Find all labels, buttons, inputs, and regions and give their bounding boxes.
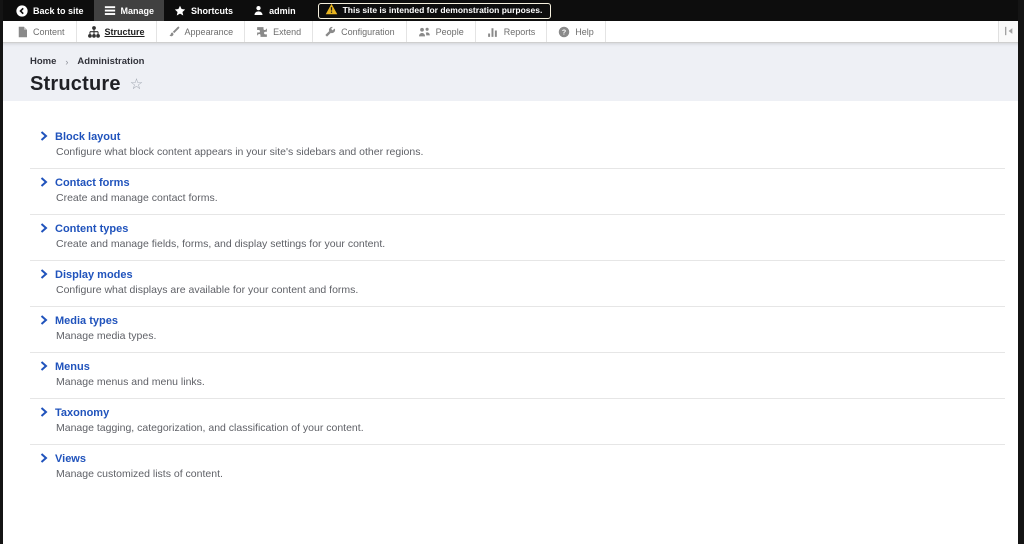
warning-triangle-icon xyxy=(325,3,338,17)
people-icon xyxy=(418,26,431,38)
chevron-right-icon xyxy=(40,131,48,143)
drupal-admin-screen: Back to site Manage Shortcuts admin This… xyxy=(0,0,1024,544)
top-toolbar: Back to site Manage Shortcuts admin This… xyxy=(0,0,1024,21)
window-left-edge xyxy=(0,0,3,544)
section-row-display-modes: Display modes Configure what displays ar… xyxy=(30,261,1005,307)
contact-forms-description: Create and manage contact forms. xyxy=(56,192,218,204)
hamburger-icon xyxy=(104,5,116,16)
section-row-taxonomy: Taxonomy Manage tagging, categorization,… xyxy=(30,399,1005,445)
demo-warning-badge: This site is intended for demonstration … xyxy=(317,2,552,19)
media-types-description: Manage media types. xyxy=(56,330,157,342)
reports-label: Reports xyxy=(503,26,536,37)
help-icon: ? xyxy=(558,26,570,38)
block-layout-description: Configure what block content appears in … xyxy=(56,146,424,158)
document-icon xyxy=(17,26,28,38)
admin-menu-item-reports[interactable]: Reports xyxy=(476,21,548,42)
shortcuts-tab[interactable]: Shortcuts xyxy=(164,0,243,21)
section-row-menus: Menus Manage menus and menu links. xyxy=(30,353,1005,399)
chevron-right-icon xyxy=(40,315,48,327)
back-arrow-icon xyxy=(16,4,28,17)
shortcuts-label: Shortcuts xyxy=(191,5,234,16)
content-types-description: Create and manage fields, forms, and dis… xyxy=(56,238,386,250)
user-icon xyxy=(253,5,264,16)
svg-text:?: ? xyxy=(562,28,566,36)
admin-menu-item-extend[interactable]: Extend xyxy=(245,21,314,42)
paintbrush-icon xyxy=(168,26,180,38)
section-row-views: Views Manage customized lists of content… xyxy=(30,445,1005,490)
section-row-content-types: Content types Create and manage fields, … xyxy=(30,215,1005,261)
manage-tab[interactable]: Manage xyxy=(93,0,165,21)
views-link[interactable]: Views xyxy=(55,453,86,465)
display-modes-link[interactable]: Display modes xyxy=(55,269,133,281)
section-row-media-types: Media types Manage media types. xyxy=(30,307,1005,353)
breadcrumb-home-link[interactable]: Home xyxy=(30,56,56,67)
admin-user-menu[interactable]: admin xyxy=(243,0,306,21)
wrench-icon xyxy=(324,26,336,38)
chevron-right-icon xyxy=(40,223,48,235)
section-row-block-layout: Block layout Configure what block conten… xyxy=(30,123,1005,169)
window-right-edge xyxy=(1018,0,1024,544)
page-title: Structure xyxy=(30,73,121,95)
admin-menu-item-appearance[interactable]: Appearance xyxy=(157,21,246,42)
puzzle-icon xyxy=(256,26,268,38)
collapse-left-icon xyxy=(1004,23,1014,41)
admin-menu-spacer xyxy=(606,21,998,42)
admin-menu-item-content[interactable]: Content xyxy=(6,21,77,42)
chevron-right-icon xyxy=(40,407,48,419)
contact-forms-link[interactable]: Contact forms xyxy=(55,177,130,189)
content-types-link[interactable]: Content types xyxy=(55,223,128,235)
chevron-right-icon xyxy=(40,269,48,281)
bar-chart-icon xyxy=(487,26,499,38)
toolbar-orientation-toggle[interactable] xyxy=(998,21,1018,42)
structure-label: Structure xyxy=(104,26,145,37)
title-row: Structure ☆ xyxy=(30,73,1024,96)
favorite-star-icon[interactable]: ☆ xyxy=(130,77,143,92)
display-modes-description: Configure what displays are available fo… xyxy=(56,284,359,296)
chevron-right-icon xyxy=(40,177,48,189)
admin-user-label: admin xyxy=(269,5,296,16)
chevron-right-icon xyxy=(40,361,48,373)
admin-menu-item-configuration[interactable]: Configuration xyxy=(313,21,407,42)
structure-section-list: Block layout Configure what block conten… xyxy=(0,101,1024,490)
sitemap-icon xyxy=(87,25,100,38)
section-row-contact-forms: Contact forms Create and manage contact … xyxy=(30,169,1005,215)
back-to-site-label: Back to site xyxy=(33,5,84,16)
admin-menu-item-people[interactable]: People xyxy=(407,21,476,42)
admin-menu-item-help[interactable]: ? Help xyxy=(547,21,606,42)
configuration-label: Configuration xyxy=(341,26,395,37)
extend-label: Extend xyxy=(273,26,302,37)
content-label: Content xyxy=(33,26,65,37)
breadcrumb: Home › Administration xyxy=(30,56,1024,67)
help-label: Help xyxy=(575,26,594,37)
block-layout-link[interactable]: Block layout xyxy=(55,131,120,143)
taxonomy-description: Manage tagging, categorization, and clas… xyxy=(56,422,364,434)
menus-description: Manage menus and menu links. xyxy=(56,376,205,388)
people-label: People xyxy=(435,26,464,37)
views-description: Manage customized lists of content. xyxy=(56,468,223,480)
admin-menu-bar: Content Structure Appearance Extend Conf… xyxy=(0,21,1024,43)
breadcrumb-administration-link[interactable]: Administration xyxy=(77,56,144,67)
demo-warning-text: This site is intended for demonstration … xyxy=(342,5,543,15)
taxonomy-link[interactable]: Taxonomy xyxy=(55,407,109,419)
appearance-label: Appearance xyxy=(184,26,234,37)
chevron-right-icon xyxy=(40,453,48,465)
star-icon xyxy=(174,5,186,17)
media-types-link[interactable]: Media types xyxy=(55,315,118,327)
back-to-site-button[interactable]: Back to site xyxy=(6,0,94,21)
breadcrumb-separator: › xyxy=(65,56,69,67)
menus-link[interactable]: Menus xyxy=(55,361,90,373)
admin-menu-item-structure[interactable]: Structure xyxy=(77,21,157,42)
page-header: Home › Administration Structure ☆ xyxy=(0,43,1024,101)
manage-label: Manage xyxy=(120,5,155,16)
